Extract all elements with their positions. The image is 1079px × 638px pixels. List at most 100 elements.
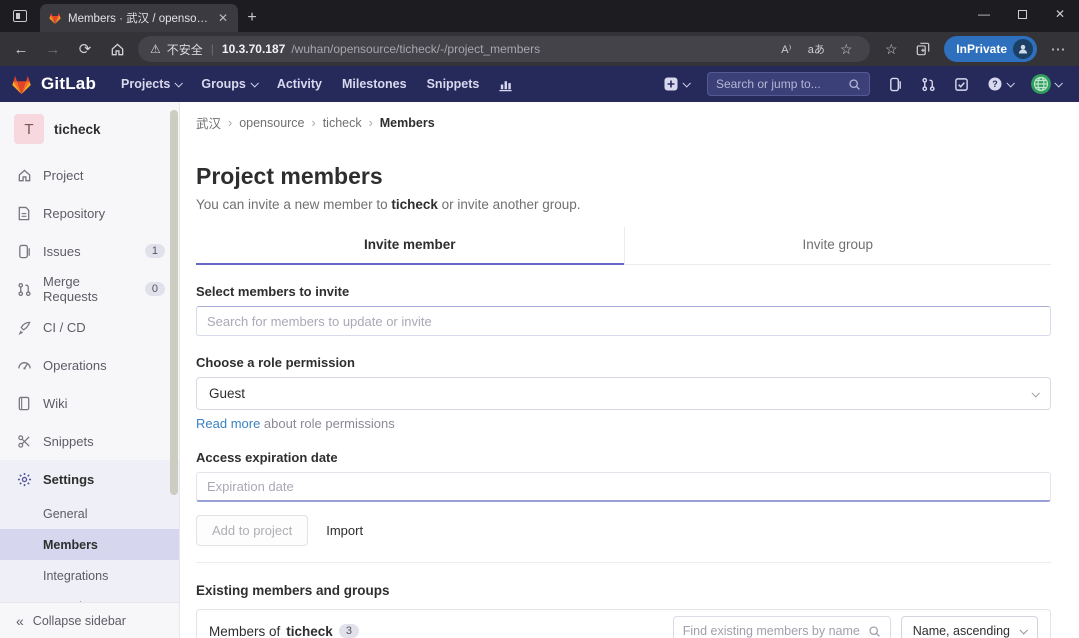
issues-icon	[16, 243, 32, 259]
todo-check-icon	[954, 77, 969, 92]
chevron-down-icon	[682, 79, 690, 87]
url-field[interactable]: ⚠ 不安全 | 10.3.70.187 /wuhan/opensource/ti…	[138, 36, 870, 62]
merge-request-icon	[921, 77, 936, 92]
browser-menu-icon[interactable]: ⋯	[1043, 35, 1073, 63]
global-search[interactable]: Search or jump to...	[707, 72, 870, 96]
select-members-input[interactable]	[196, 306, 1051, 336]
browser-addressbar: ← → ⟳ ⚠ 不安全 | 10.3.70.187 /wuhan/opensou…	[0, 32, 1079, 66]
tab-close-icon[interactable]: ✕	[216, 11, 230, 25]
translate-icon[interactable]: aあ	[804, 41, 828, 57]
search-placeholder: Search or jump to...	[716, 77, 848, 91]
browser-tab[interactable]: Members · 武汉 / opensource / ticheck ✕	[40, 4, 238, 32]
sidebar-item-wiki[interactable]: Wiki	[0, 384, 179, 422]
url-path: /wuhan/opensource/ticheck/-/project_memb…	[291, 42, 768, 56]
refresh-button[interactable]: ⟳	[70, 35, 100, 63]
chevron-down-icon	[1019, 626, 1027, 634]
search-icon	[848, 78, 861, 91]
rocket-icon	[16, 319, 32, 335]
home-button[interactable]	[102, 35, 132, 63]
role-permission-select[interactable]: Guest	[196, 377, 1051, 410]
charts-button[interactable]	[490, 66, 521, 102]
members-count-badge: 3	[339, 624, 359, 638]
tab-invite-member[interactable]: Invite member	[196, 227, 624, 265]
search-icon	[868, 625, 881, 638]
issues-count-badge: 1	[145, 244, 165, 258]
sidebar-item-ci-cd[interactable]: CI / CD	[0, 308, 179, 346]
breadcrumb-subgroup[interactable]: opensource	[239, 116, 304, 130]
issues-dashboard-button[interactable]	[880, 66, 911, 102]
sidebar-item-project[interactable]: Project	[0, 156, 179, 194]
sidebar-subitem-general[interactable]: General	[0, 498, 179, 529]
sidebar-subitem-members[interactable]: Members	[0, 529, 179, 560]
tab-actions-menu-button[interactable]	[0, 0, 40, 32]
window-minimize-button[interactable]: —	[965, 0, 1003, 28]
sidebar-item-repository[interactable]: Repository	[0, 194, 179, 232]
breadcrumb: 武汉 › opensource › ticheck › Members	[196, 113, 1051, 132]
read-more-link[interactable]: Read more	[196, 416, 260, 431]
inprivate-badge[interactable]: InPrivate	[944, 36, 1037, 62]
find-members-search[interactable]	[673, 616, 891, 638]
gitlab-favicon	[48, 11, 62, 25]
nav-activity[interactable]: Activity	[268, 66, 331, 102]
plus-square-icon	[663, 76, 679, 92]
security-label[interactable]: 不安全	[167, 41, 203, 58]
chevron-down-icon	[1031, 389, 1039, 397]
favorites-bar-icon[interactable]: ☆	[876, 35, 906, 63]
tab-invite-group[interactable]: Invite group	[624, 227, 1052, 264]
tab-actions-icon	[13, 10, 27, 22]
breadcrumb-group[interactable]: 武汉	[196, 113, 221, 132]
add-favorite-star-icon[interactable]: ☆	[834, 41, 858, 58]
nav-snippets[interactable]: Snippets	[418, 66, 489, 102]
sidebar-item-settings[interactable]: Settings	[0, 460, 179, 498]
members-card-title: Members of ticheck 3	[209, 624, 663, 638]
find-members-input[interactable]	[683, 624, 862, 638]
book-icon	[16, 395, 32, 411]
gitlab-wordmark: GitLab	[41, 74, 96, 94]
nav-projects[interactable]: Projects	[112, 66, 190, 102]
browser-titlebar: Members · 武汉 / opensource / ticheck ✕ + …	[0, 0, 1079, 32]
merge-requests-dashboard-button[interactable]	[913, 66, 944, 102]
sidebar-item-merge-requests[interactable]: Merge Requests 0	[0, 270, 179, 308]
add-to-project-button[interactable]: Add to project	[196, 515, 308, 546]
project-sidebar: T ticheck Project Repository Issues 1 Me…	[0, 102, 180, 638]
gitlab-tanuki-icon	[10, 73, 33, 96]
forward-button[interactable]: →	[38, 35, 68, 63]
main-content: 武汉 › opensource › ticheck › Members Proj…	[180, 102, 1079, 638]
sidebar-item-issues[interactable]: Issues 1	[0, 232, 179, 270]
collapse-sidebar-button[interactable]: « Collapse sidebar	[0, 602, 179, 638]
svg-text:?: ?	[992, 79, 998, 89]
import-button[interactable]: Import	[326, 523, 363, 538]
sidebar-project-header[interactable]: T ticheck	[0, 102, 179, 156]
chevron-down-icon	[1006, 79, 1014, 87]
window-close-button[interactable]: ✕	[1041, 0, 1079, 28]
chevron-down-icon	[250, 79, 258, 87]
new-tab-button[interactable]: +	[238, 4, 266, 32]
home-icon	[16, 167, 32, 183]
page-subtitle: You can invite a new member to ticheck o…	[196, 197, 1051, 212]
back-button[interactable]: ←	[6, 35, 36, 63]
nav-groups[interactable]: Groups	[192, 66, 265, 102]
expiration-date-input[interactable]	[196, 472, 1051, 502]
new-menu-button[interactable]	[655, 66, 697, 102]
collections-icon[interactable]	[908, 35, 938, 63]
bar-chart-icon	[498, 77, 513, 92]
help-menu-button[interactable]: ?	[979, 66, 1021, 102]
breadcrumb-project[interactable]: ticheck	[323, 116, 362, 130]
window-maximize-button[interactable]	[1003, 0, 1041, 28]
sidebar-subitem-integrations[interactable]: Integrations	[0, 560, 179, 591]
chevron-down-icon	[1054, 79, 1062, 87]
nav-milestones[interactable]: Milestones	[333, 66, 416, 102]
sidebar-item-operations[interactable]: Operations	[0, 346, 179, 384]
sidebar-item-snippets[interactable]: Snippets	[0, 422, 179, 460]
read-aloud-icon[interactable]: A⁾	[774, 43, 798, 56]
gitlab-logo-link[interactable]: GitLab	[10, 73, 96, 96]
todos-button[interactable]	[946, 66, 977, 102]
invite-tabs: Invite member Invite group	[196, 227, 1051, 265]
maximize-icon	[1018, 10, 1027, 19]
sidebar-scrollbar[interactable]	[170, 110, 178, 495]
chevron-down-icon	[175, 79, 183, 87]
user-menu-button[interactable]	[1023, 66, 1069, 102]
gitlab-navbar: GitLab Projects Groups Activity Mileston…	[0, 66, 1079, 102]
sort-dropdown[interactable]: Name, ascending	[901, 616, 1038, 638]
merge-request-icon	[16, 281, 32, 297]
